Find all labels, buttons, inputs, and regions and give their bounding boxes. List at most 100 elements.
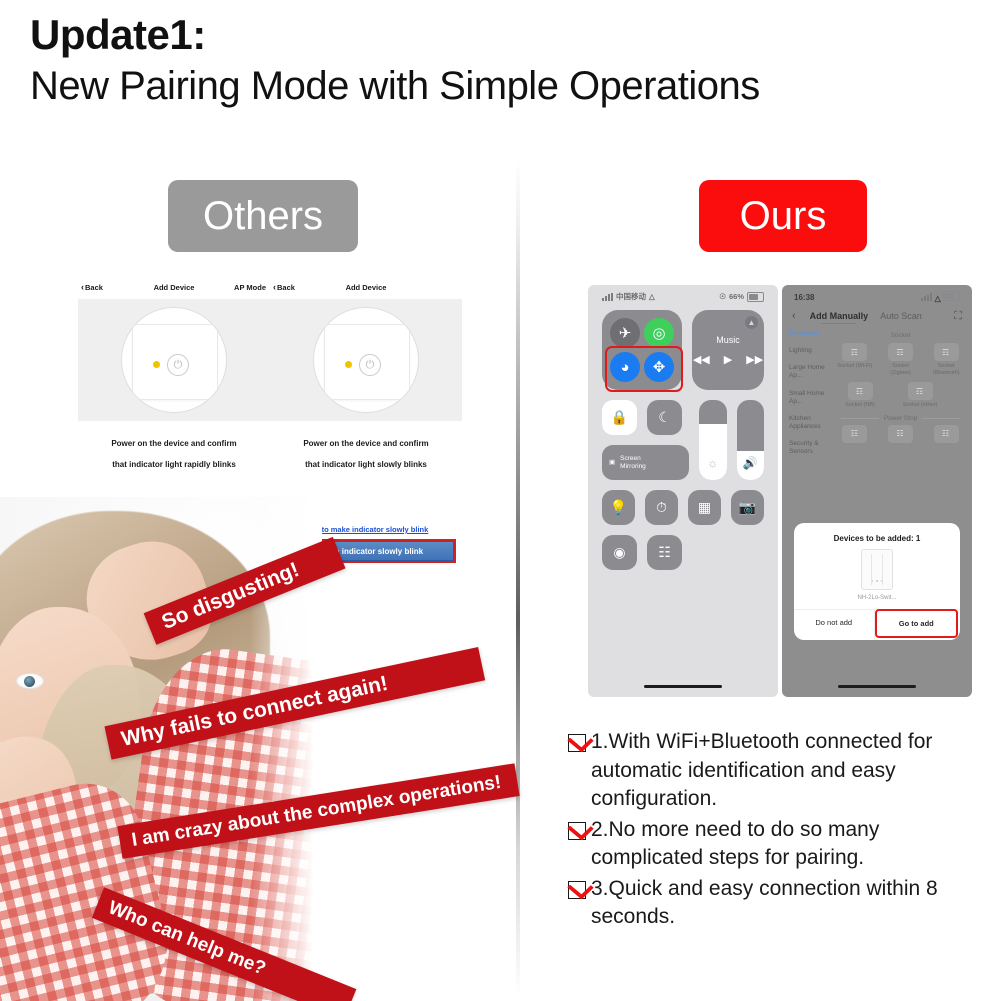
device-card[interactable]: ☶ Socket (Zigbee) [881,343,919,376]
app-content: Electrician Lighting Large Home Ap... Sm… [782,326,972,465]
socket-icon: ☶ [907,382,933,401]
music-widget[interactable]: ▲ Music ◀◀ ▶ ▶▶ [692,310,764,390]
dialog-device: NH-2Lo-Swit... [794,549,960,609]
eye [16,673,44,689]
location-icon: ☉ [719,292,726,301]
power-strip-icon: ☷ [842,424,868,443]
benefit-text: 2.No more need to do so many complicated… [591,817,880,870]
qr-scanner-icon[interactable]: ☷ [647,535,682,570]
play-icon[interactable]: ▶ [724,353,732,366]
sidebar-item-large-home-appliances[interactable]: Large Home Ap... [789,364,835,380]
battery-icon [943,291,960,301]
benefit-item: 1.With WiFi+Bluetooth connected for auto… [568,728,993,814]
poster-page: Update1: New Pairing Mode with Simple Op… [0,0,1001,1001]
cc-row-connectivity: ✈ ◎ ◕ ✥ ▲ Music ◀◀ ▶ ▶▶ [602,310,764,392]
benefit-text: 3.Quick and easy connection within 8 sec… [591,876,938,929]
benefit-text: 1.With WiFi+Bluetooth connected for auto… [591,730,933,811]
cc-row-tiles-2: ◉ ☷ [602,535,764,570]
ios-status-bar: 中国移动 △ ☉ 66% [588,285,778,302]
device-card[interactable]: ☷ [836,424,874,443]
instruction-line-1: Power on the device and confirm [111,439,237,448]
signal-bars-icon [602,292,613,301]
benefit-item: 3.Quick and easy connection within 8 sec… [568,875,993,932]
indicator-led-icon [345,361,352,368]
socket-icon: ☶ [933,343,959,361]
orientation-lock-icon[interactable]: 🔒 [602,400,637,435]
ap-mode-button[interactable]: AP Mode [234,283,266,292]
volume-slider[interactable]: 🔊 [736,400,764,480]
instruction-line-2: that indicator light rapidly blinks [112,460,236,469]
device-card[interactable]: ☶ Socket (Bluetooth) [927,343,965,376]
go-to-add-button[interactable]: Go to add [874,609,958,638]
sidebar-item-small-home-appliances[interactable]: Small Home Ap... [789,390,835,406]
scan-icon[interactable]: ⛶ [954,310,962,323]
app-status-bar: 16:38 △ [782,285,972,303]
volume-icon: 🔊 [742,456,758,470]
screen-record-icon[interactable]: ◉ [602,535,637,570]
screen-navbar: ‹ Back Add Device AP Mode [78,279,270,295]
carrier-label: 中国移动 [616,292,646,301]
status-left: 中国移动 △ [602,291,655,302]
cellular-data-icon[interactable]: ◎ [644,318,674,348]
dialog-title: Devices to be added: 1 [833,534,921,543]
wifi-bluetooth-highlight [605,346,683,392]
back-icon[interactable]: ‹ [792,310,796,322]
status-right: ☉ 66% [719,291,764,302]
dialog-device-name: NH-2Lo-Swit... [857,595,897,601]
benefits-list: 1.With WiFi+Bluetooth connected for auto… [568,728,993,934]
timer-icon[interactable]: ⏱ [645,490,678,525]
device-name: Socket (Bluetooth) [932,363,960,376]
power-icon: ⏻ [167,354,189,376]
power-strip-icon: ☷ [887,424,913,443]
airplane-mode-icon[interactable]: ✈ [610,318,640,348]
device-name: Socket (Wi-Fi) [837,363,873,369]
do-not-disturb-icon[interactable]: ☾ [647,400,682,435]
badge-ours-label: Ours [739,193,827,238]
device-name: Socket (NB) [845,402,875,409]
wifi-icon: △ [934,294,941,303]
phone-control-center: 中国移动 △ ☉ 66% ✈ ◎ ◕ ✥ ▲ Music ◀◀ ▶ ▶▶ 🔒 ☾… [588,285,778,697]
sidebar-item-electrician[interactable]: Electrician [789,330,835,338]
device-card[interactable]: ☶ Socket (Wi-Fi) [836,343,874,376]
sidebar-item-kitchen-appliances[interactable]: Kitchen Appliances [789,415,835,431]
device-grid: Socket ☶ Socket (Wi-Fi) ☶ Socket (Zigbee… [835,330,972,465]
battery-percent: 66% [728,292,744,301]
camera-icon[interactable]: 📷 [731,490,764,525]
checkmark-icon [568,734,586,752]
devices-found-dialog: Devices to be added: 1 NH-2Lo-Swit... Do… [794,523,960,640]
badge-others: Others [168,180,358,252]
device-circle: ⏻ [313,307,419,413]
music-controls: ◀◀ ▶ ▶▶ [693,353,763,366]
app-navbar: ‹ Add Manually Auto Scan ⛶ [782,303,972,326]
left-panel-others: ‹ Back Add Device AP Mode ⏻ Power on the… [0,265,510,1001]
cc-col-left: 🔒 ☾ ▣ Screen Mirroring [602,400,689,480]
power-icon: ⏻ [359,354,381,376]
next-icon[interactable]: ▶▶ [746,353,763,366]
tab-auto-scan[interactable]: Auto Scan [880,311,922,321]
sidebar-item-lighting[interactable]: Lighting [789,347,835,355]
status-time: 16:38 [794,292,815,302]
calculator-icon[interactable]: ▦ [688,490,721,525]
sidebar-item-security-sensors[interactable]: Security & Sensors [789,440,835,456]
device-row-1: ☶ Socket (Wi-Fi) ☶ Socket (Zigbee) ☶ Soc… [835,343,966,376]
device-card[interactable]: ☶ Socket (NB) [841,382,879,409]
instruction-line-1: Power on the device and confirm [303,439,429,448]
device-card[interactable]: ☶ Socket (other) [901,382,939,409]
device-card[interactable]: ☷ [927,424,965,443]
tab-add-manually[interactable]: Add Manually [810,311,868,324]
cc-row-tiles-1: 💡 ⏱ ▦ 📷 [602,490,764,525]
device-circle: ⏻ [121,307,227,413]
signal-bars-icon [921,293,933,301]
device-illustration: ⏻ [270,299,462,421]
app-tabs: Add Manually Auto Scan [810,311,922,324]
instruction-line-2: that indicator light slowly blinks [305,460,427,469]
device-row-2: ☶ Socket (NB) ☶ Socket (other) [835,382,966,409]
previous-icon[interactable]: ◀◀ [693,353,710,366]
screen-title: Add Device [345,282,387,292]
do-not-add-button[interactable]: Do not add [794,610,874,640]
flashlight-icon[interactable]: 💡 [602,490,635,525]
airplay-icon[interactable]: ▲ [745,316,758,329]
brightness-slider[interactable]: ☼ [699,400,727,480]
device-card[interactable]: ☷ [881,424,919,443]
screen-mirroring-button[interactable]: ▣ Screen Mirroring [602,445,689,480]
